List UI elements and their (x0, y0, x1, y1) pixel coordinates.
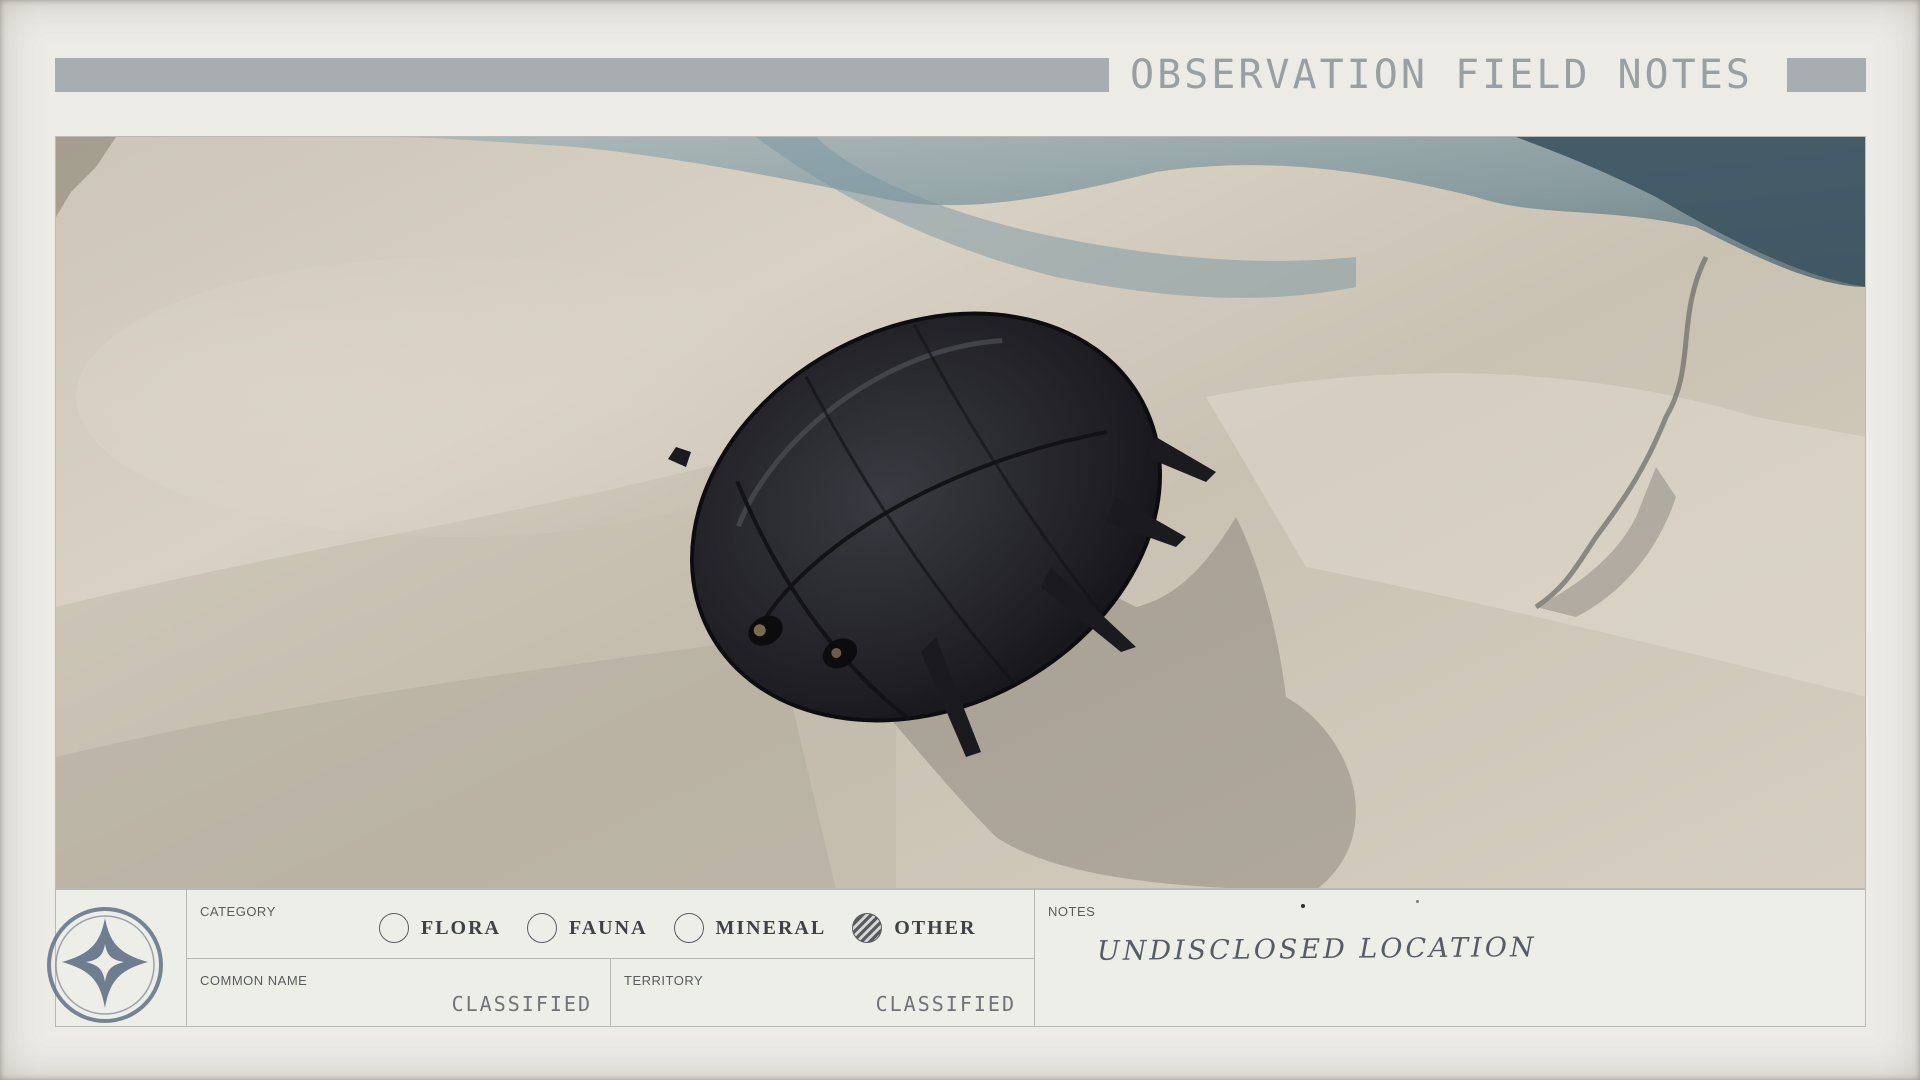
common-name-label: COMMON NAME (200, 973, 308, 988)
category-option-other[interactable]: OTHER (852, 913, 976, 943)
territory-label: TERRITORY (624, 973, 704, 988)
territory-cell: TERRITORY CLASSIFIED (611, 959, 1035, 1026)
common-name-cell: COMMON NAME CLASSIFIED (187, 959, 611, 1026)
other-label: OTHER (894, 916, 977, 939)
page-title: OBSERVATION FIELD NOTES (1130, 52, 1753, 98)
notes-text: UNDISCLOSED LOCATION (1096, 932, 1537, 967)
category-option-fauna[interactable]: FAUNA (527, 913, 648, 943)
header-bar-left (55, 58, 1109, 92)
header: OBSERVATION FIELD NOTES (55, 52, 1866, 98)
territory-value: CLASSIFIED (875, 992, 1016, 1016)
mineral-label: MINERAL (715, 916, 827, 939)
star-seal-icon (47, 907, 163, 1023)
category-options: FLORA FAUNA MINERAL OTHER (379, 912, 1002, 944)
observation-photo (55, 136, 1866, 889)
other-radio[interactable] (852, 913, 883, 943)
ink-speck (1416, 900, 1419, 903)
mineral-radio[interactable] (673, 913, 704, 943)
category-label: CATEGORY (200, 904, 276, 919)
flora-radio[interactable] (379, 913, 409, 943)
category-option-flora[interactable]: FLORA (379, 913, 501, 943)
fauna-label: FAUNA (569, 916, 648, 939)
header-bar-right (1787, 58, 1866, 92)
common-name-value: CLASSIFIED (451, 992, 592, 1016)
notes-label: NOTES (1048, 904, 1096, 919)
field-notes-card: OBSERVATION FIELD NOTES CATEGORY FLORA F… (0, 0, 1920, 1080)
flora-label: FLORA (421, 916, 501, 939)
category-cell: CATEGORY FLORA FAUNA MINERAL OTHER (187, 890, 1035, 959)
photo-illustration (56, 137, 1865, 888)
notes-cell: NOTES UNDISCLOSED LOCATION (1035, 890, 1865, 1026)
category-option-mineral[interactable]: MINERAL (673, 913, 827, 943)
info-panel: CATEGORY FLORA FAUNA MINERAL OTHER COMMO… (47, 889, 1866, 1027)
ink-speck (1301, 904, 1305, 908)
fauna-radio[interactable] (527, 913, 557, 943)
seal-cell (47, 890, 187, 1026)
